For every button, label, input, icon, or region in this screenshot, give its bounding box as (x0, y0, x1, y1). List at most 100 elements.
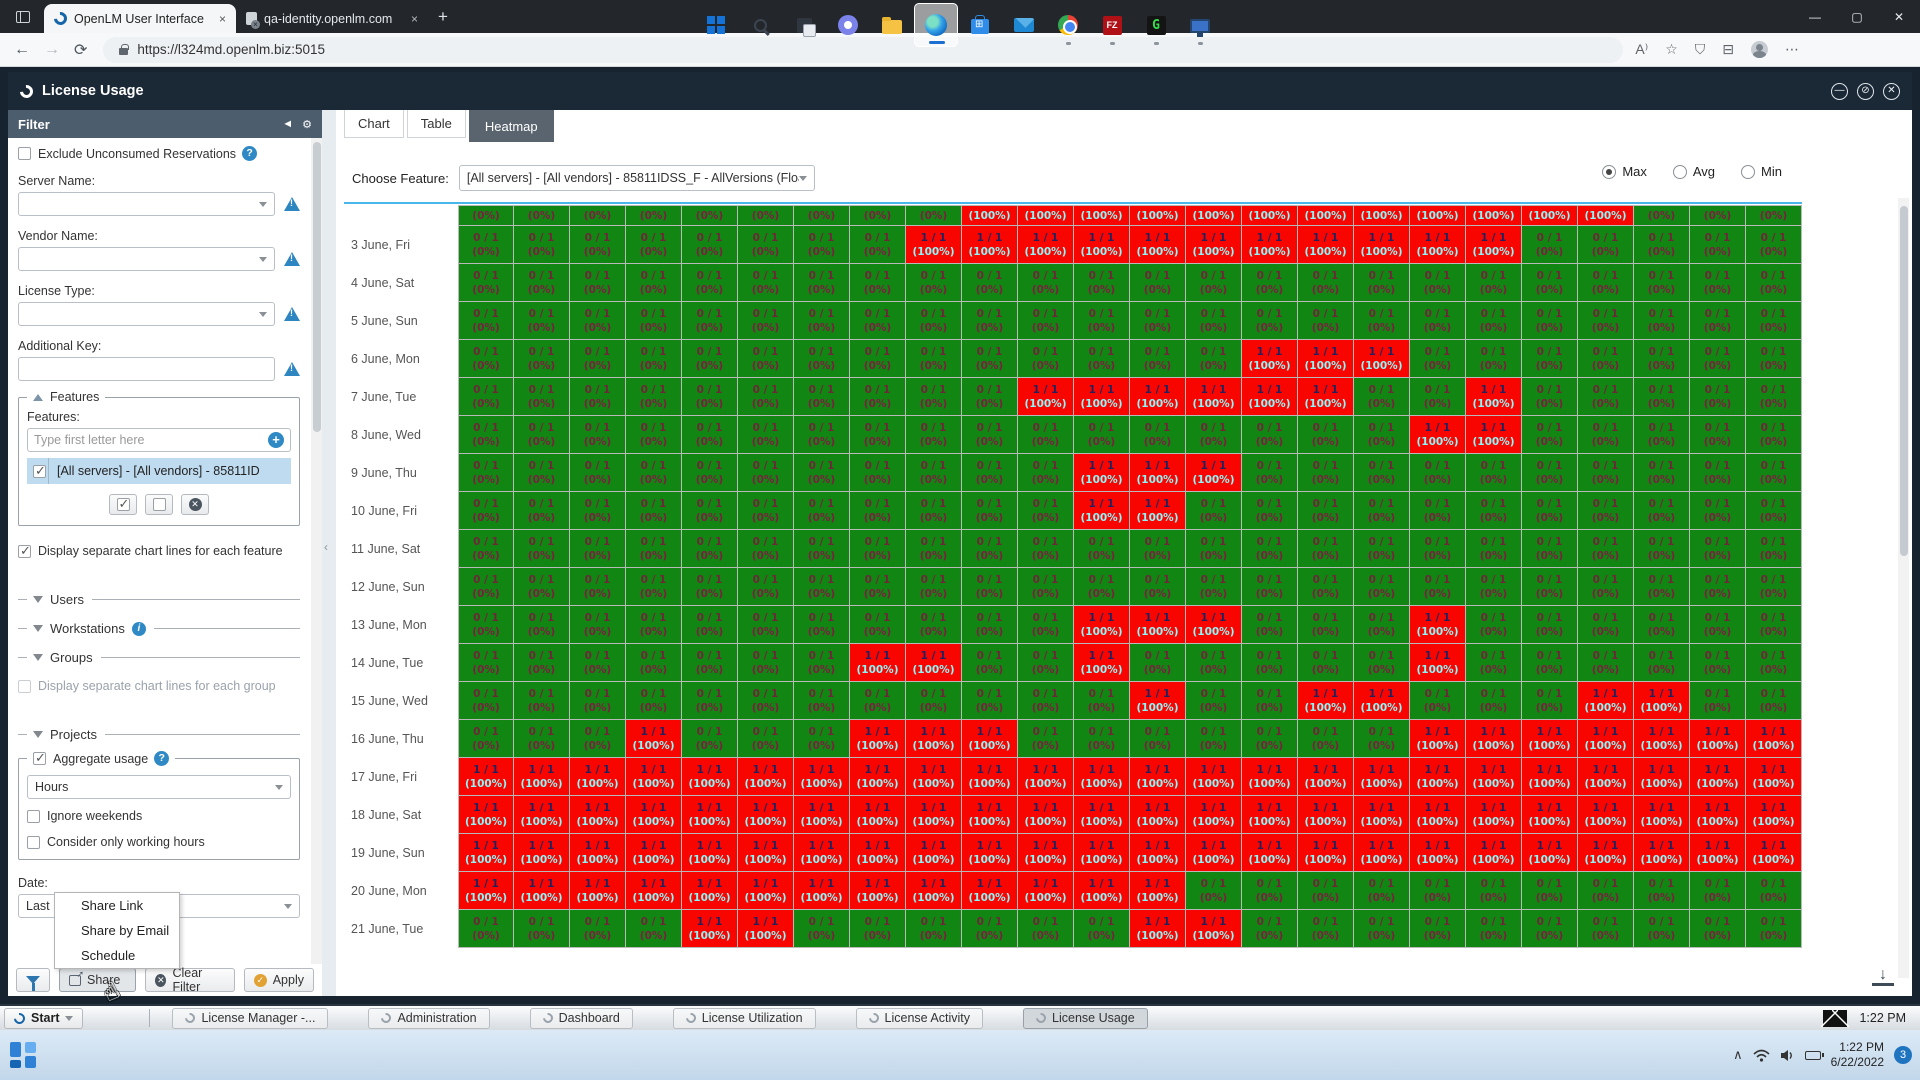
wifi-icon[interactable] (1753, 1049, 1770, 1062)
window-maximize-button[interactable]: ▢ (1836, 0, 1878, 33)
profile-avatar[interactable] (1751, 41, 1768, 58)
radio-max[interactable]: Max (1602, 164, 1647, 179)
ignore-weekends-checkbox[interactable] (27, 810, 40, 823)
volume-icon[interactable] (1780, 1049, 1795, 1062)
additional-key-input[interactable] (18, 357, 275, 381)
panel-collapse-handle[interactable]: ‹ (322, 110, 336, 996)
aggregate-legend[interactable]: Aggregate usage ? (27, 751, 175, 766)
browser-tab-qa-identity[interactable]: qa-identity.openlm.com × (236, 4, 428, 33)
file-explorer-icon[interactable] (870, 3, 914, 47)
aggregation-radio-group: Max Avg Min (1602, 164, 1782, 179)
read-aloud-icon[interactable]: A⁾ (1635, 41, 1648, 58)
group-lines-checkbox[interactable] (18, 680, 31, 693)
share-menu-item[interactable]: Schedule (55, 943, 179, 968)
feature-lines-checkbox[interactable] (18, 545, 31, 558)
collections-icon[interactable]: ⊟ (1722, 41, 1734, 58)
tray-clock[interactable]: 1:22 PM 6/22/2022 (1831, 1040, 1884, 1070)
notification-badge[interactable]: 3 (1894, 1046, 1912, 1064)
share-menu-item[interactable]: Share Link (55, 893, 179, 918)
collapse-panel-icon[interactable]: ◄ (282, 118, 293, 131)
app-minimize-icon[interactable]: — (1831, 83, 1848, 100)
help-icon[interactable]: ? (154, 751, 169, 766)
start-windows-icon[interactable] (694, 3, 738, 47)
chat-icon[interactable] (826, 3, 870, 47)
workstations-section-header[interactable]: Workstations i (18, 621, 300, 636)
filter-settings-icon[interactable]: ⚙ (302, 118, 312, 131)
server-name-select[interactable] (18, 192, 275, 216)
tab-close-icon[interactable]: × (219, 12, 226, 26)
add-feature-icon[interactable]: + (268, 432, 284, 448)
heatmap-row: 3 June, Fri0 / 1(0%)0 / 1(0%)0 / 1(0%)0 … (344, 226, 1802, 264)
feature-item-checkbox[interactable] (33, 465, 46, 478)
tray-chevron-up-icon[interactable]: ∧ (1733, 1047, 1743, 1063)
remove-features-button[interactable]: ✕ (181, 494, 209, 515)
license-type-select[interactable] (18, 302, 275, 326)
heatmap-scrollbar[interactable] (1898, 198, 1909, 978)
tab-chart[interactable]: Chart (344, 110, 404, 138)
task-view-icon[interactable] (782, 3, 826, 47)
taskbar-button-license-activity[interactable]: License Activity (856, 1008, 983, 1029)
chrome-icon[interactable] (1046, 3, 1090, 47)
app-restore-icon[interactable]: ⊘ (1857, 83, 1874, 100)
filezilla-icon[interactable]: FZ (1090, 3, 1134, 47)
heatmap-row-label: 6 June, Mon (344, 340, 458, 378)
choose-feature-select[interactable]: [All servers] - [All vendors] - 85811IDS… (459, 165, 815, 191)
deselect-all-features-button[interactable] (145, 494, 173, 515)
help-icon[interactable]: ? (242, 146, 257, 161)
users-section-header[interactable]: Users (18, 592, 300, 607)
start-button[interactable]: Start (4, 1008, 83, 1029)
vm-icon[interactable] (1178, 3, 1222, 47)
taskbar-button-license-manager-[interactable]: License Manager -... (172, 1008, 328, 1029)
favorites-bar-icon[interactable]: ⛉ (1695, 41, 1706, 58)
battery-icon[interactable] (1805, 1051, 1821, 1060)
clear-filter-button[interactable]: ✕ Clear Filter (145, 968, 234, 992)
radio-avg[interactable]: Avg (1673, 164, 1715, 179)
app-close-icon[interactable]: ✕ (1883, 83, 1900, 100)
vendor-name-select[interactable] (18, 247, 275, 271)
feature-search-input[interactable]: Type first letter here + (27, 428, 291, 452)
select-all-features-button[interactable] (109, 494, 137, 515)
greenshot-icon[interactable]: G (1134, 3, 1178, 47)
window-close-button[interactable]: ✕ (1878, 0, 1920, 33)
new-tab-button[interactable]: + (438, 7, 448, 27)
edge-icon[interactable] (914, 3, 958, 47)
share-menu-item[interactable]: Share by Email (55, 918, 179, 943)
taskbar-button-dashboard[interactable]: Dashboard (530, 1008, 633, 1029)
working-hours-checkbox[interactable] (27, 836, 40, 849)
exclude-reservations-checkbox[interactable] (18, 147, 31, 160)
apply-button[interactable]: ✓ Apply (244, 968, 314, 992)
projects-section-header[interactable]: Projects (18, 727, 300, 742)
tab-table[interactable]: Table (407, 110, 466, 138)
heatmap-cell: 0 / 1(0%) (1018, 568, 1074, 606)
search-icon[interactable] (738, 3, 782, 47)
mail-notification-icon[interactable] (1823, 1010, 1847, 1027)
aggregate-unit-select[interactable]: Hours (27, 775, 291, 799)
forward-icon[interactable]: → (44, 41, 60, 59)
taskbar-button-administration[interactable]: Administration (368, 1008, 489, 1029)
mail-icon[interactable] (1002, 3, 1046, 47)
tab-close-icon[interactable]: × (411, 12, 418, 26)
groups-section-header[interactable]: Groups (18, 650, 300, 665)
settings-menu-icon[interactable]: ⋯ (1785, 41, 1799, 58)
taskbar-button-license-utilization[interactable]: License Utilization (673, 1008, 816, 1029)
tab-actions-icon[interactable] (8, 4, 38, 30)
taskbar-button-license-usage[interactable]: License Usage (1023, 1008, 1148, 1029)
filter-scrollbar[interactable] (311, 138, 322, 964)
features-legend[interactable]: Features (27, 390, 105, 404)
feature-list-item[interactable]: [All servers] - [All vendors] - 85811ID (27, 458, 291, 484)
info-icon[interactable]: i (132, 622, 146, 636)
favorites-add-icon[interactable]: ☆ (1665, 41, 1678, 58)
browser-tab-openlm[interactable]: OpenLM User Interface × (44, 4, 236, 33)
back-icon[interactable]: ← (14, 41, 30, 59)
window-minimize-button[interactable]: — (1794, 0, 1836, 33)
tab-heatmap[interactable]: Heatmap (469, 110, 554, 142)
share-button[interactable]: Share (59, 968, 136, 992)
widgets-icon[interactable] (10, 1042, 36, 1068)
download-icon[interactable]: ↓ (1872, 966, 1894, 986)
aggregate-checkbox[interactable] (33, 752, 46, 765)
filter-funnel-button[interactable] (16, 968, 50, 992)
radio-min[interactable]: Min (1741, 164, 1782, 179)
store-icon[interactable] (958, 3, 1002, 47)
heatmap-cell: 1 / 1(100%) (738, 910, 794, 948)
refresh-icon[interactable]: ⟳ (74, 40, 87, 60)
